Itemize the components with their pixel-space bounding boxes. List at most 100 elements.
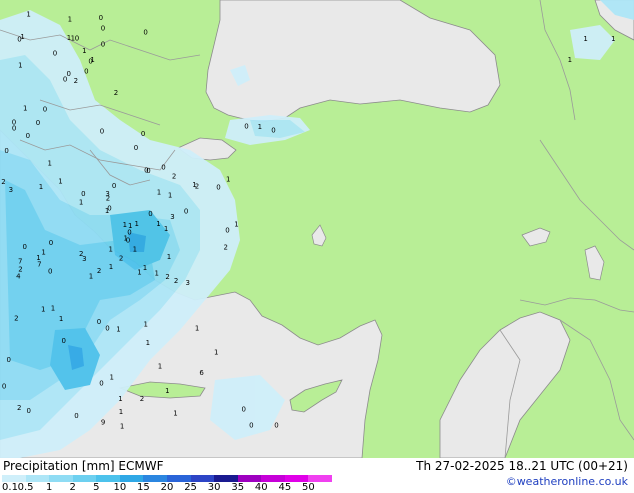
precip-value: 2: [140, 395, 144, 403]
precip-value: 1: [23, 105, 27, 113]
legend-swatch: [2, 475, 27, 482]
precip-value: 0: [2, 383, 6, 391]
precip-value: 2: [1, 178, 5, 186]
legend-label: 0.1: [2, 482, 18, 493]
legend-swatch: [284, 475, 309, 482]
precip-value: 1: [158, 363, 162, 371]
legend-label: 1: [45, 482, 53, 493]
precip-value: 0: [274, 421, 278, 429]
precip-value: 2: [17, 404, 21, 412]
model-label: ECMWF: [118, 459, 164, 473]
precip-value: 1: [20, 33, 24, 41]
legend-swatch: [25, 475, 50, 482]
precip-value: 0: [48, 268, 52, 276]
precip-value: 0: [99, 380, 103, 388]
precip-value: 0: [148, 210, 152, 218]
precip-value: 1: [109, 263, 113, 271]
precip-value: 1: [143, 264, 147, 272]
precip-value: 0: [225, 227, 229, 235]
precip-value: 1: [109, 246, 113, 254]
precip-value: 3: [9, 186, 13, 194]
precip-value: 2: [97, 267, 101, 275]
credit-link[interactable]: ©weatheronline.co.uk: [506, 475, 628, 488]
precip-value: 0: [63, 76, 67, 84]
precip-value: 1: [26, 11, 30, 19]
precip-value: 1: [128, 222, 132, 230]
precip-value: 1: [258, 123, 262, 131]
precip-value: 1: [39, 183, 43, 191]
precip-value: 1: [173, 410, 177, 418]
precip-value: 0: [216, 184, 220, 192]
precip-value: 0: [134, 144, 138, 152]
legend-label: 25: [184, 482, 197, 493]
precip-value: 6: [199, 369, 204, 377]
precip-value: 1: [144, 321, 148, 329]
legend-label: 5: [93, 482, 100, 493]
legend-label: 40: [254, 482, 268, 493]
precip-value: 1: [41, 249, 45, 257]
precip-value: 0: [242, 405, 246, 413]
precip-value: 7: [18, 258, 22, 266]
legend-swatch: [214, 475, 239, 482]
precip-value: 1: [51, 304, 55, 312]
precip-value: 1: [157, 189, 161, 197]
precip-value: 0: [97, 318, 101, 326]
legend-swatch: [119, 475, 144, 482]
precip-value: 1: [120, 422, 124, 430]
precip-value: 0: [184, 208, 188, 216]
precip-value: 1: [133, 245, 137, 253]
precip-value: 0: [74, 412, 78, 420]
precip-value: 2: [14, 315, 18, 323]
precip-value: 1: [68, 16, 72, 24]
precip-value: 0: [36, 119, 40, 127]
precip-value: 1: [214, 348, 218, 356]
precip-value: 3: [170, 213, 174, 221]
legend-swatch: [190, 475, 215, 482]
legend-swatch: [72, 475, 97, 482]
precip-value: 1: [58, 178, 62, 186]
precip-value: 2: [106, 194, 110, 202]
precip-value: 2: [172, 173, 176, 181]
legend-label: 30: [207, 482, 221, 493]
precip-value: 0: [100, 128, 104, 136]
legend-swatch: [143, 475, 168, 482]
precip-value: 1: [41, 306, 45, 314]
legend-swatch: [49, 475, 74, 482]
precip-value: 2: [114, 89, 118, 97]
precip-value: 1: [110, 374, 114, 382]
precip-value: 0: [271, 126, 275, 134]
legend-label: 10: [113, 482, 127, 493]
legend-swatch: [308, 475, 333, 482]
precip-value: 2: [119, 254, 123, 262]
precip-value: 0: [53, 50, 57, 58]
precip-value: 2: [74, 77, 78, 85]
precip-value: 1: [135, 220, 139, 228]
legend-swatch: [237, 475, 262, 482]
legend-label: 2: [69, 482, 76, 493]
precip-value: 0: [105, 325, 109, 333]
precip-value: 0: [81, 190, 85, 198]
legend-label: 35: [231, 482, 245, 493]
precip-value: 1: [105, 207, 109, 215]
legend-swatch: [96, 475, 121, 482]
precip-value: 0: [249, 421, 253, 429]
precip-value: 0: [12, 124, 16, 132]
precip-value: 0: [75, 35, 79, 43]
precip-value: 3: [82, 255, 86, 263]
precip-value: 1: [48, 160, 52, 168]
precip-value: 2: [18, 266, 22, 274]
legend-label: 50: [302, 482, 315, 493]
footer-bar: Precipitation [mm] ECMWF Th 27-02-2025 1…: [0, 458, 634, 493]
precip-value: 1: [118, 395, 122, 403]
precip-value: 1: [234, 221, 238, 229]
precip-value: 1: [90, 56, 94, 64]
precip-value: 0: [146, 167, 150, 175]
precip-value: 0: [7, 356, 11, 364]
precip-value: 1: [79, 198, 83, 206]
precip-value: 1: [165, 387, 169, 395]
precip-value: 9: [101, 418, 105, 426]
precip-value: 1: [168, 192, 172, 200]
precip-value: 1: [82, 47, 86, 55]
precip-value: 0: [126, 236, 130, 244]
legend-label: 20: [160, 482, 174, 493]
